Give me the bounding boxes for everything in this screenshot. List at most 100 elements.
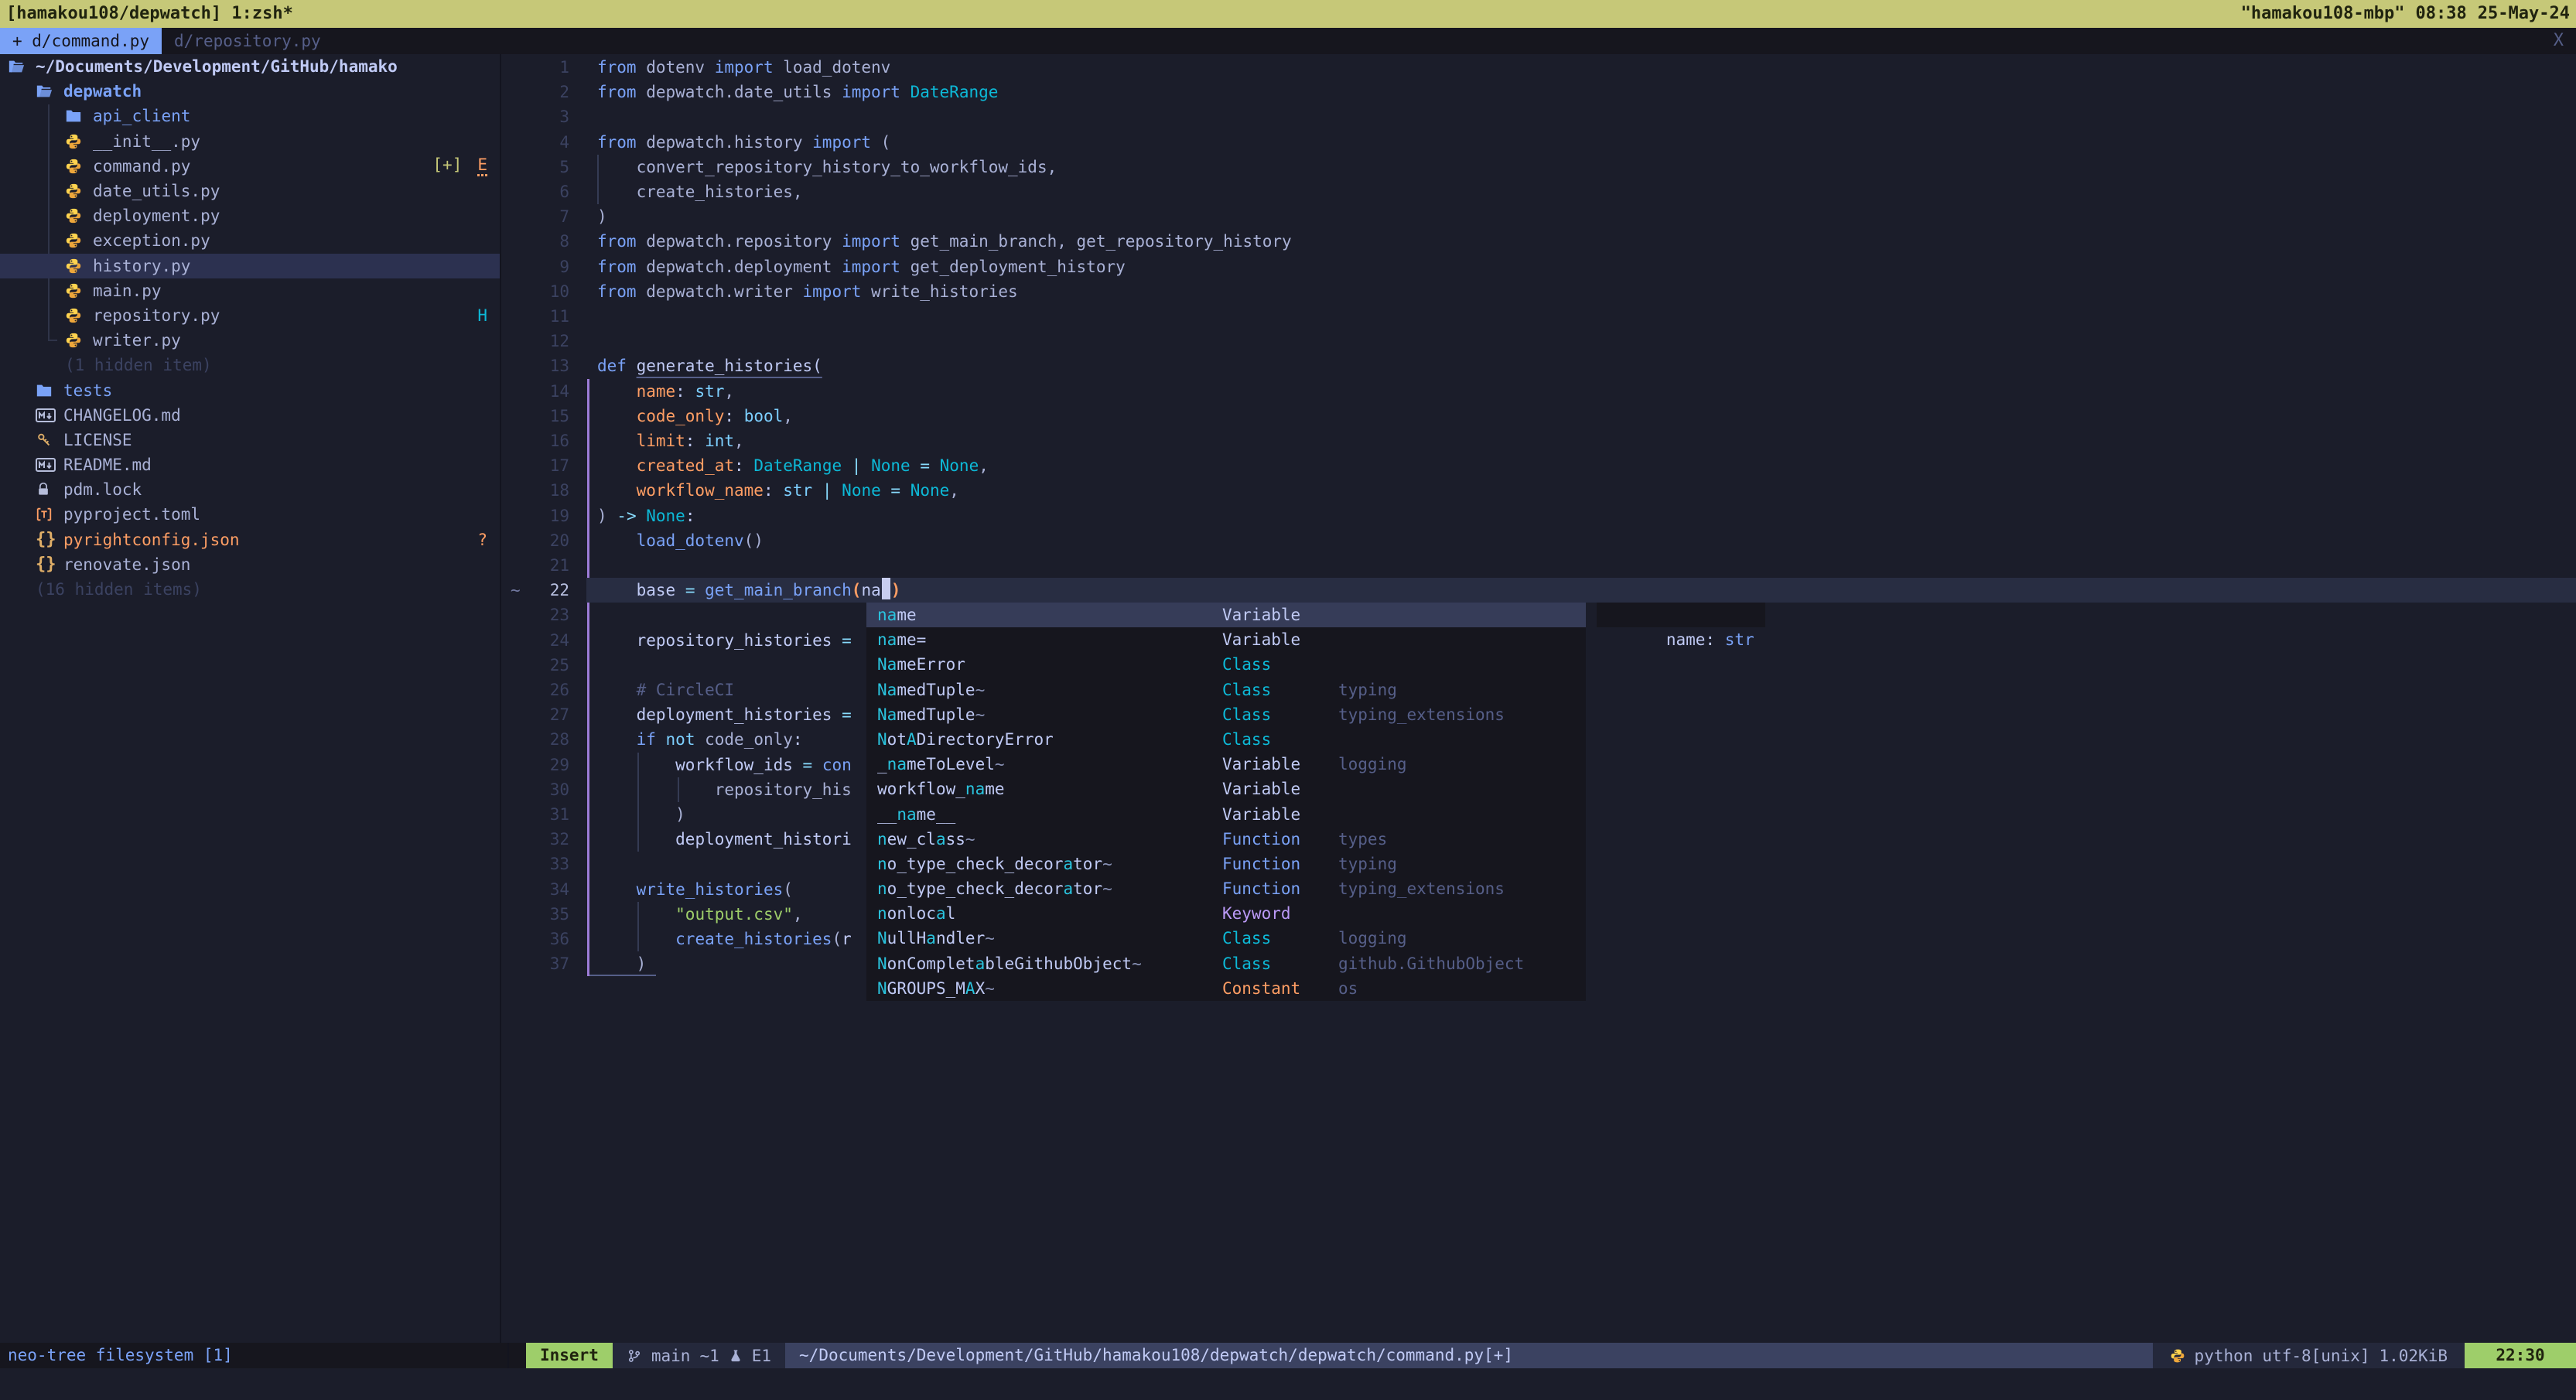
tree-item[interactable]: command.py[+]E (0, 154, 500, 179)
tree-item-label: (1 hidden item) (65, 356, 212, 374)
line-number: 28 (501, 727, 569, 752)
completion-item[interactable]: nameVariable (866, 603, 1586, 627)
python-icon (65, 133, 88, 150)
tree-item[interactable]: date_utils.py (0, 179, 500, 203)
completion-item[interactable]: new_class~Functiontypes (866, 827, 1586, 852)
editor-pane[interactable]: 1from dotenv import load_dotenv2from dep… (501, 54, 2576, 1343)
code-line[interactable]: 1from dotenv import load_dotenv (501, 55, 2576, 80)
tab-command-py[interactable]: + d/command.py (0, 28, 162, 54)
tree-item[interactable]: README.md (0, 452, 500, 477)
line-number: 25 (501, 653, 569, 678)
completion-item[interactable]: no_type_check_decorator~Functiontyping_e… (866, 876, 1586, 901)
tree-item[interactable]: tests (0, 377, 500, 402)
tree-item[interactable]: api_client (0, 104, 500, 128)
code-line[interactable]: 20 load_dotenv() (501, 528, 2576, 553)
code-line[interactable]: 22~ base = get_main_branch(na) (501, 578, 2576, 603)
tree-item[interactable]: main.py (0, 278, 500, 303)
code-line[interactable]: 12 (501, 329, 2576, 353)
completion-item[interactable]: NullHandler~Classlogging (866, 926, 1586, 951)
close-icon[interactable]: X (2554, 28, 2564, 54)
completion-kind: Constant (1222, 976, 1338, 1001)
code-line[interactable]: 17 created_at: DateRange | None = None, (501, 453, 2576, 478)
completion-item[interactable]: name=Variable (866, 627, 1586, 652)
completion-source: typing (1338, 852, 1586, 876)
tree-item[interactable]: LICENSE (0, 428, 500, 452)
tree-item[interactable]: pyproject.toml (0, 502, 500, 527)
line-number: 3 (501, 104, 569, 129)
tree-item[interactable]: history.py (0, 254, 500, 278)
code-line[interactable]: 8from depwatch.repository import get_mai… (501, 229, 2576, 254)
line-number: 27 (501, 702, 569, 727)
completion-item[interactable]: workflow_nameVariable (866, 777, 1586, 801)
tree-item[interactable]: CHANGELOG.md (0, 403, 500, 428)
completion-item[interactable]: NamedTuple~Classtyping (866, 678, 1586, 702)
completion-item[interactable]: NonCompletableGithubObject~Classgithub.G… (866, 951, 1586, 976)
git-status-badge: E (477, 155, 487, 176)
completion-item[interactable]: __name__Variable (866, 802, 1586, 827)
tree-item[interactable]: {}pyrightconfig.json? (0, 528, 500, 552)
code-line[interactable]: 7) (501, 204, 2576, 229)
code-line[interactable]: 13def generate_histories( (501, 353, 2576, 378)
line-number: 6 (501, 179, 569, 204)
code-line[interactable]: 3 (501, 104, 2576, 129)
completion-item[interactable]: NotADirectoryErrorClass (866, 727, 1586, 752)
tree-item[interactable]: ~/Documents/Development/GitHub/hamako (0, 54, 500, 79)
completion-item[interactable]: _nameToLevel~Variablelogging (866, 752, 1586, 777)
code-line[interactable]: 5 convert_repository_history_to_workflow… (501, 155, 2576, 179)
code-line[interactable]: 18 workflow_name: str | None = None, (501, 478, 2576, 503)
tree-item[interactable]: (16 hidden items) (0, 577, 500, 602)
completion-kind: Function (1222, 852, 1338, 876)
completion-doc: name: str (1597, 603, 1765, 627)
completion-kind: Function (1222, 827, 1338, 852)
line-number: 21 (501, 553, 569, 578)
completion-kind: Class (1222, 652, 1338, 677)
code-line[interactable]: 21 (501, 553, 2576, 578)
line-number: 12 (501, 329, 569, 353)
markdown-icon (36, 456, 59, 473)
code-line[interactable]: 15 code_only: bool, (501, 404, 2576, 429)
code-line[interactable]: 9from depwatch.deployment import get_dep… (501, 254, 2576, 279)
statusline: neo-tree filesystem [1] Insert main ~1 E… (0, 1343, 2576, 1368)
tmux-hostname: "hamakou108-mbp" (2241, 0, 2405, 28)
tree-item[interactable]: {}renovate.json (0, 552, 500, 577)
completion-label: workflow_name (877, 777, 1222, 801)
completion-item[interactable]: NGROUPS_MAX~Constantos (866, 976, 1586, 1001)
tree-item[interactable]: exception.py (0, 228, 500, 253)
completion-item[interactable]: nonlocalKeyword (866, 901, 1586, 926)
line-number: 1 (501, 55, 569, 80)
tree-item[interactable]: (1 hidden item) (0, 353, 500, 377)
tree-item[interactable]: __init__.py (0, 129, 500, 154)
code-line[interactable]: 14 name: str, (501, 379, 2576, 404)
line-number: 10 (501, 279, 569, 304)
completion-item[interactable]: no_type_check_decorator~Functiontyping (866, 852, 1586, 876)
tree-item[interactable]: depwatch (0, 79, 500, 104)
tree-item-label: repository.py (93, 306, 220, 325)
tree-item[interactable]: pdm.lock (0, 477, 500, 502)
filetype-label: python (2195, 1347, 2253, 1365)
completion-kind: Class (1222, 951, 1338, 976)
tree-item[interactable]: writer.py (0, 328, 500, 353)
tab-repository-py[interactable]: d/repository.py (162, 28, 333, 54)
completion-source: typing (1338, 678, 1586, 702)
code-line[interactable]: 6 create_histories, (501, 179, 2576, 204)
tree-item-label: history.py (93, 257, 190, 275)
git-status-badge: [+] (432, 155, 462, 176)
completion-item[interactable]: NamedTuple~Classtyping_extensions (866, 702, 1586, 727)
code-line[interactable]: 4from depwatch.history import ( (501, 130, 2576, 155)
line-number: 13 (501, 353, 569, 378)
code-line[interactable]: 16 limit: int, (501, 429, 2576, 453)
code-line[interactable]: 19) -> None: (501, 504, 2576, 528)
tree-item[interactable]: deployment.py (0, 203, 500, 228)
completion-kind: Class (1222, 678, 1338, 702)
tree-item-label: exception.py (93, 231, 210, 250)
completion-source: types (1338, 827, 1586, 852)
completion-item[interactable]: NameErrorClass (866, 652, 1586, 677)
code-line[interactable]: 10from depwatch.writer import write_hist… (501, 279, 2576, 304)
command-line[interactable] (0, 1368, 2576, 1400)
tree-item-label: date_utils.py (93, 182, 220, 200)
code-line[interactable]: 11 (501, 304, 2576, 329)
code-line[interactable]: 2from depwatch.date_utils import DateRan… (501, 80, 2576, 104)
tmux-session-window[interactable]: [hamakou108/depwatch] 1:zsh* (0, 0, 293, 28)
line-number: 4 (501, 130, 569, 155)
tree-item[interactable]: repository.pyH (0, 303, 500, 328)
